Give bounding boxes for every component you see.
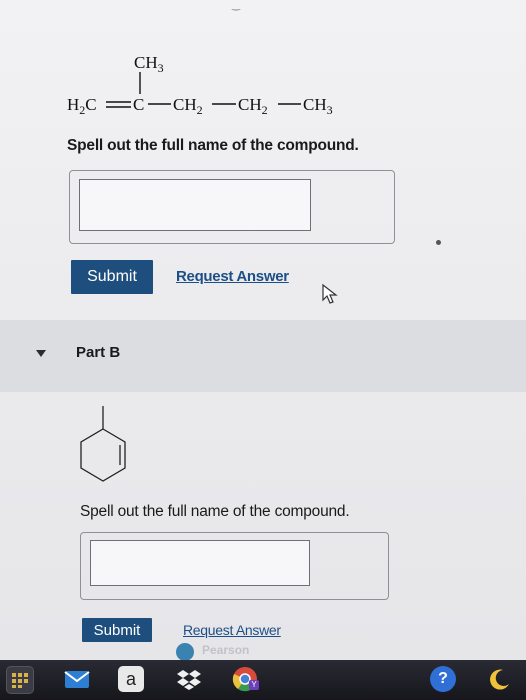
amazon-icon[interactable]: a	[118, 666, 144, 692]
part-a-answer-field[interactable]	[79, 179, 311, 231]
help-icon[interactable]: ?	[430, 666, 456, 692]
pearson-logo-text: Pearson	[202, 643, 250, 657]
svg-text:H2C: H2C	[67, 95, 97, 117]
stray-dot	[436, 240, 441, 245]
dropbox-icon[interactable]	[176, 666, 202, 692]
svg-text:CH2: CH2	[238, 95, 268, 117]
ch2-group-1: CH2	[173, 95, 203, 117]
mouse-cursor-icon	[322, 283, 338, 304]
svg-text:CH3: CH3	[134, 53, 164, 75]
pearson-logo-icon	[176, 643, 194, 660]
ch2-group-2: CH2	[238, 95, 268, 117]
svg-text:CH3: CH3	[303, 95, 333, 117]
help-icon-label: ?	[438, 670, 448, 687]
ch3-group: CH3	[303, 95, 333, 117]
c-atom: C	[133, 95, 144, 114]
part-b-label: Part B	[76, 344, 121, 361]
pearson-logo-partial: Pearson	[172, 641, 292, 660]
chrome-profile-badge: Y	[249, 680, 259, 690]
branch-ch3: CH3	[134, 53, 164, 75]
part-b-prompt: Spell out the full name of the compound.	[80, 503, 350, 520]
part-a-request-answer-link[interactable]: Request Answer	[176, 268, 289, 285]
mail-icon[interactable]	[64, 666, 90, 692]
h2c-group: H2C	[67, 95, 97, 117]
part-a-submit-button[interactable]: Submit	[71, 260, 153, 294]
svg-text:CH2: CH2	[173, 95, 203, 117]
structural-formula: CH3 H2C C CH2 CH2 CH3	[67, 53, 333, 117]
launchpad-icon[interactable]	[6, 666, 34, 694]
cyclohexene-structure	[80, 406, 126, 482]
part-b-submit-button[interactable]: Submit	[82, 618, 152, 642]
collapse-caret-icon[interactable]	[36, 350, 46, 357]
part-b-request-answer-link[interactable]: Request Answer	[183, 622, 281, 638]
part-a-prompt: Spell out the full name of the compound.	[67, 137, 359, 154]
part-b-answer-field[interactable]	[90, 540, 310, 586]
amazon-icon-label: a	[125, 668, 136, 689]
chrome-icon[interactable]: Y	[232, 666, 259, 692]
moon-icon[interactable]	[486, 666, 512, 692]
